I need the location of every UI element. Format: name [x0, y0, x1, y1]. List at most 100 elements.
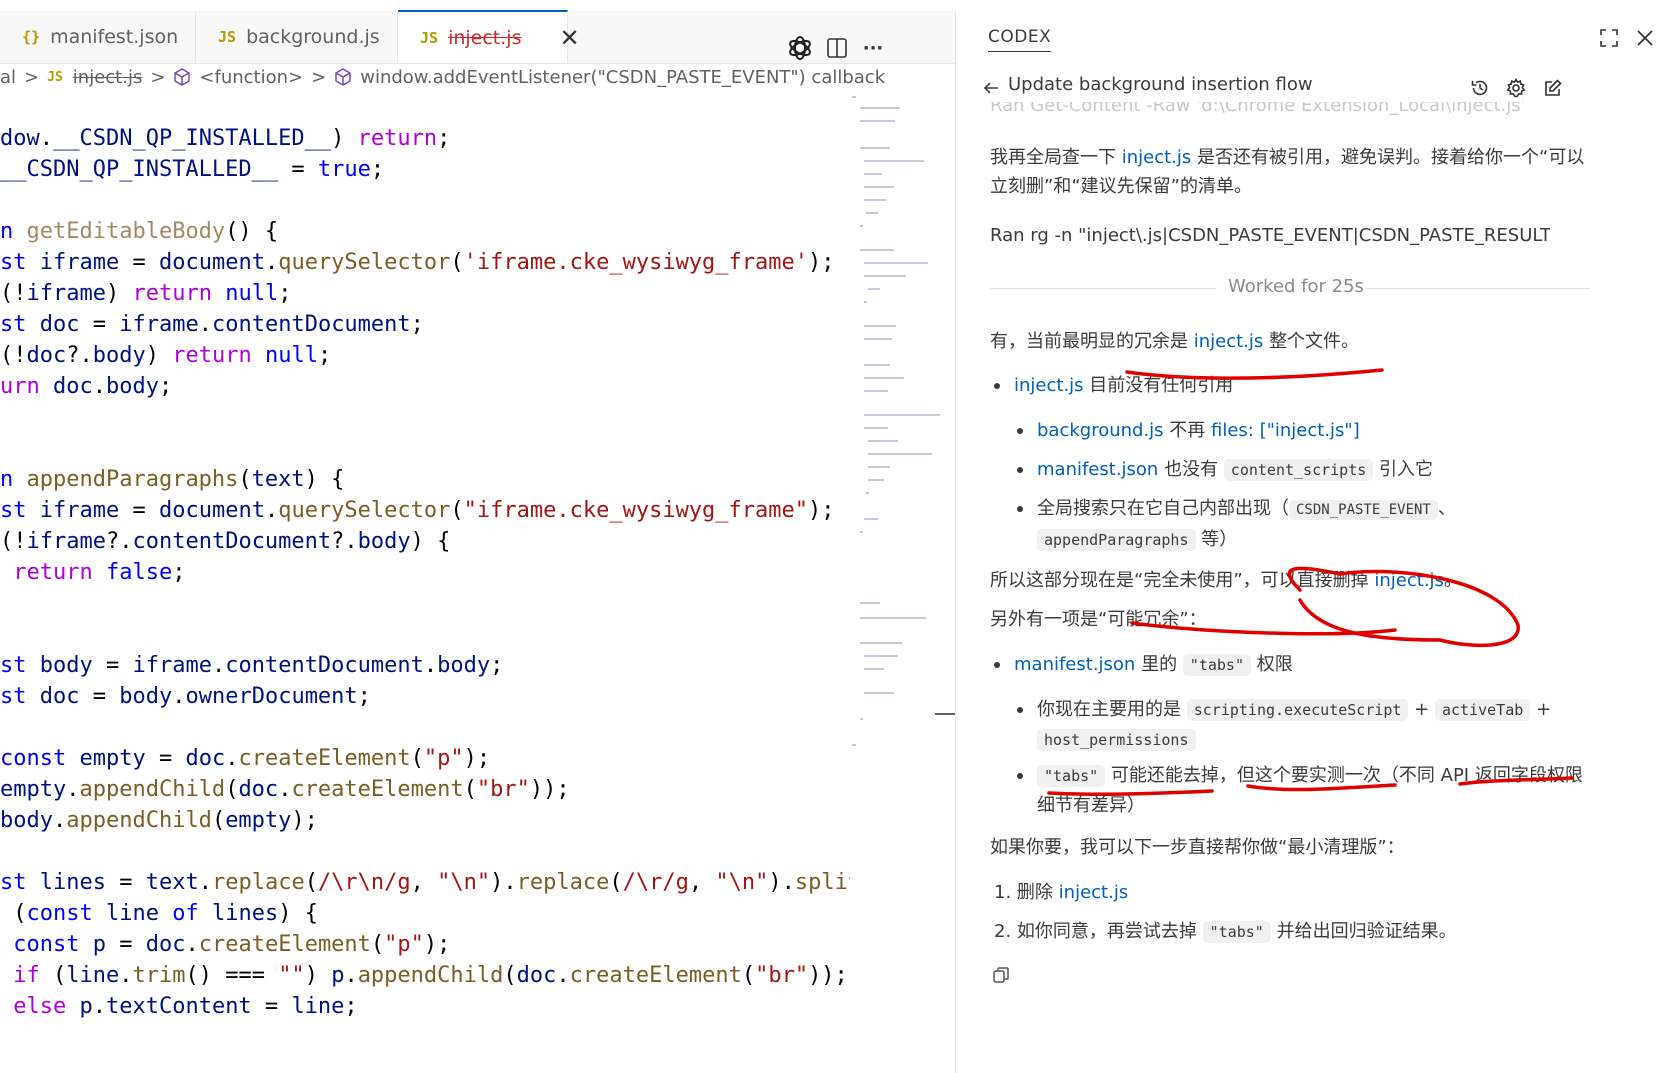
tab-label: background.js [246, 26, 380, 48]
maximize-icon[interactable] [1596, 25, 1622, 51]
chevron-right-icon: > [311, 66, 327, 88]
codex-panel: CODEX Update background insertion flow R… [956, 0, 1657, 1073]
breadcrumb-folder[interactable]: al [0, 67, 16, 88]
list-item-text: 里的 [1135, 654, 1183, 675]
file-link[interactable]: inject.js [1122, 147, 1192, 168]
code-link[interactable]: files: ["inject.js"] [1211, 420, 1360, 441]
code-line: body.appendChild(empty); [0, 808, 318, 833]
code-line: st doc = body.ownerDocument; [0, 684, 371, 709]
close-panel-icon[interactable] [1632, 25, 1657, 51]
js-file-icon: JS [420, 28, 439, 47]
file-link[interactable]: background.js [1037, 420, 1164, 441]
code-line: if (line.trim() === "") p.appendChild(do… [13, 963, 848, 988]
item-number: 2. [994, 921, 1012, 942]
message-text: 。 [1443, 570, 1462, 591]
inline-code: appendParagraphs [1037, 529, 1196, 551]
close-tab-icon[interactable]: ✕ [559, 24, 579, 52]
code-editor: {} manifest.json JS background.js JS inj… [0, 0, 955, 1073]
function-cube-icon [334, 68, 352, 86]
editor-tab-bar: {} manifest.json JS background.js JS inj… [0, 10, 955, 64]
codex-panel-title[interactable]: CODEX [988, 27, 1052, 52]
breadcrumb-file[interactable]: inject.js [73, 67, 143, 88]
code-line: empty.appendChild(doc.createElement("br"… [0, 777, 570, 802]
list-item-text: + [1408, 699, 1435, 720]
list-item-text: 等） [1195, 529, 1238, 550]
tool-call-summary[interactable]: Ran rg -n "inject\.js|CSDN_PASTE_EVENT|C… [990, 221, 1550, 250]
inline-code: "tabs" [1037, 765, 1106, 787]
chevron-right-icon: > [24, 66, 40, 88]
list-item: "tabs" 可能还能去掉，但这个要实测一次（不同 API 返回字段权限细节有差… [1017, 761, 1592, 820]
list-item: inject.js 目前没有任何引用 [994, 371, 1234, 400]
codex-header: CODEX [956, 11, 1657, 63]
overview-ruler-marker [935, 713, 955, 715]
file-link[interactable]: manifest.json [1037, 459, 1158, 480]
list-item-text: 权限 [1250, 654, 1293, 675]
tab-label: manifest.json [50, 26, 179, 48]
js-file-icon: JS [47, 69, 63, 85]
assistant-message: 我再全局查一下 inject.js 是否还有被引用，避免误判。接着给你一个“可以… [990, 143, 1590, 201]
thread-bar: Update background insertion flow [956, 72, 1657, 102]
list-item: 全局搜索只在它自己内部出现（ CSDN_PASTE_EVENT、 appendPar… [1017, 494, 1597, 555]
new-thread-edit-icon[interactable] [1540, 75, 1566, 101]
split-editor-icon[interactable] [822, 33, 852, 63]
copy-icon[interactable] [992, 966, 1012, 986]
inline-code: activeTab [1434, 699, 1531, 721]
worked-divider: Worked for 25s [990, 276, 1590, 300]
tab-background-js[interactable]: JS background.js [196, 11, 398, 63]
history-icon[interactable] [1467, 75, 1493, 101]
code-line: n appendParagraphs(text) { [0, 467, 345, 492]
inline-code: "tabs" [1182, 654, 1251, 676]
more-actions-icon[interactable]: ··· [858, 33, 888, 63]
inline-code: "tabs" [1202, 921, 1271, 943]
code-area[interactable]: dow.__CSDN_QP_INSTALLED__) return; __CSD… [0, 123, 850, 1073]
tab-inject-js[interactable]: JS inject.js ✕ [398, 10, 580, 63]
file-link[interactable]: inject.js [1194, 331, 1264, 352]
tab-label: inject.js [448, 26, 522, 49]
message-text: 有，当前最明显的冗余是 [990, 331, 1194, 352]
worked-duration: Worked for 25s [1228, 276, 1364, 297]
gear-icon[interactable] [1503, 75, 1529, 101]
code-line: else p.textContent = line; [13, 994, 358, 1019]
code-line: (!doc?.body) return null; [0, 343, 332, 368]
offer-text: 如果你要，我可以下一步直接帮你做“最小清理版”： [990, 837, 1405, 858]
tab-manifest-json[interactable]: {} manifest.json [0, 11, 196, 63]
list-item-text: 删除 [1016, 882, 1059, 903]
message-text: 所以这部分现在是“完全未使用”，可以直接删掉 [990, 570, 1375, 591]
inline-code: host_permissions [1037, 729, 1196, 751]
file-link[interactable]: inject.js [1374, 570, 1444, 591]
chevron-right-icon: > [150, 66, 166, 88]
item-number: 1. [994, 882, 1012, 903]
list-item-text: 并给出回归验证结果。 [1270, 921, 1457, 942]
conclusion-text: 所以这部分现在是“完全未使用”，可以直接删掉 inject.js。 [990, 566, 1590, 595]
breadcrumb-function[interactable]: <function> [199, 67, 303, 88]
back-arrow-icon[interactable] [978, 75, 1004, 101]
code-line: st body = iframe.contentDocument.body; [0, 653, 504, 678]
answer-summary: 有，当前最明显的冗余是 inject.js 整个文件。 [990, 327, 1590, 356]
function-cube-icon [173, 68, 191, 86]
list-item-text: 全局搜索只在它自己内部出现（ [1037, 498, 1289, 519]
minimap[interactable] [850, 90, 940, 790]
inline-code: CSDN_PASTE_EVENT [1289, 500, 1438, 520]
list-item: 你现在主要用的是 scripting.executeScript + activ… [1017, 695, 1597, 755]
openai-icon[interactable] [785, 33, 815, 63]
breadcrumb: al > JS inject.js > <function> > window.… [0, 64, 955, 90]
numbered-item: 1. 删除 inject.js [994, 878, 1128, 907]
list-item-text: 目前没有任何引用 [1083, 375, 1234, 396]
file-link[interactable]: inject.js [1059, 882, 1129, 903]
message-text: 我再全局查一下 [990, 147, 1122, 168]
inline-code: scripting.executeScript [1186, 699, 1409, 721]
js-file-icon: JS [218, 28, 237, 46]
code-line: st iframe = document.querySelector("ifra… [0, 498, 835, 523]
code-line: dow.__CSDN_QP_INSTALLED__) return; [0, 126, 451, 151]
list-item: manifest.json 里的 "tabs" 权限 [994, 650, 1293, 680]
list-item-text: 如你同意，再尝试去掉 [1016, 921, 1203, 942]
file-link[interactable]: manifest.json [1014, 654, 1135, 675]
list-item-text: 不再 [1163, 420, 1212, 441]
json-file-icon: {} [22, 28, 41, 46]
file-link[interactable]: inject.js [1014, 375, 1084, 396]
breadcrumb-callback[interactable]: window.addEventListener("CSDN_PASTE_EVEN… [360, 67, 885, 88]
code-line: (!iframe?.contentDocument?.body) { [0, 529, 451, 554]
code-line: const empty = doc.createElement("p"); [0, 746, 491, 771]
numbered-item: 2. 如你同意，再尝试去掉 "tabs" 并给出回归验证结果。 [994, 917, 1457, 947]
code-line: return false; [13, 560, 186, 585]
